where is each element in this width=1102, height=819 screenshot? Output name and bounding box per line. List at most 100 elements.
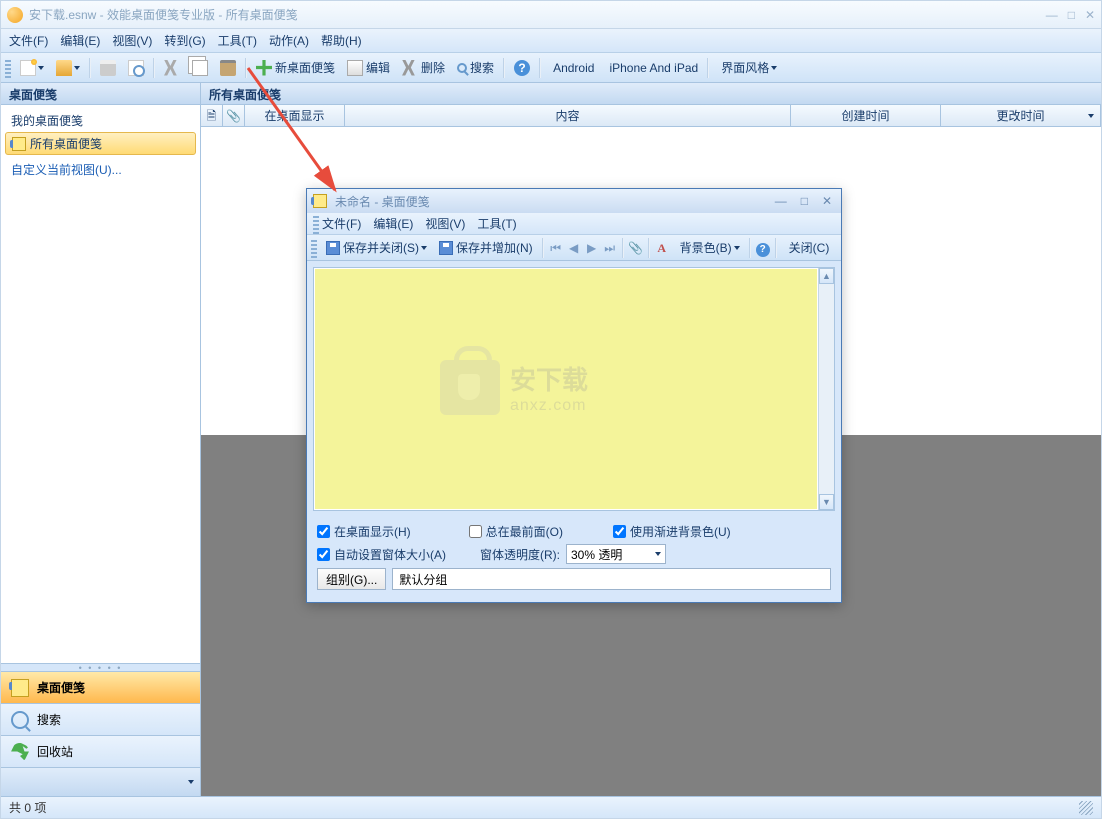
col-modified[interactable]: 更改时间 bbox=[941, 105, 1101, 126]
search-icon bbox=[11, 711, 29, 729]
nav-footer bbox=[1, 768, 200, 796]
paste-button[interactable] bbox=[215, 57, 241, 79]
sidebar-splitter[interactable]: • • • • • bbox=[1, 663, 200, 671]
modal-options: 在桌面显示(H) 总在最前面(O) 使用渐进背景色(U) 自动设置窗体大小(A)… bbox=[307, 517, 841, 602]
modal-menu-tools[interactable]: 工具(T) bbox=[477, 215, 516, 232]
save-add-button[interactable]: 保存并增加(N) bbox=[434, 237, 538, 259]
new-file-button[interactable] bbox=[15, 57, 49, 79]
recycle-icon bbox=[11, 743, 29, 761]
modal-close[interactable]: ✕ bbox=[819, 194, 835, 208]
opacity-label: 窗体透明度(R): bbox=[480, 546, 560, 563]
open-button[interactable] bbox=[51, 57, 85, 79]
scroll-up[interactable]: ▲ bbox=[819, 268, 834, 284]
note-area-wrapper: ▲ ▼ bbox=[313, 267, 835, 511]
opacity-select[interactable]: 30% 透明 bbox=[566, 544, 666, 564]
modal-menu-view[interactable]: 视图(V) bbox=[425, 215, 465, 232]
statusbar: 共 0 项 bbox=[1, 796, 1101, 818]
modal-menu-edit[interactable]: 编辑(E) bbox=[373, 215, 413, 232]
note-textarea[interactable] bbox=[315, 269, 817, 509]
note-icon bbox=[11, 679, 29, 697]
search-button[interactable]: 搜索 bbox=[452, 57, 499, 79]
col-desktop[interactable]: 在桌面显示 bbox=[245, 105, 345, 126]
delete-button[interactable]: 删除 bbox=[397, 57, 450, 79]
cut-button[interactable] bbox=[159, 57, 185, 79]
menu-file[interactable]: 文件(F) bbox=[9, 32, 48, 49]
tree-my-notes[interactable]: 我的桌面便笺 bbox=[1, 109, 200, 132]
close-button[interactable]: 关闭(C) bbox=[781, 237, 835, 259]
style-button[interactable]: 界面风格 bbox=[713, 57, 782, 79]
sidebar-tree: 我的桌面便笺 所有桌面便笺 自定义当前视图(U)... bbox=[1, 105, 200, 663]
main-header: 所有桌面便笺 bbox=[201, 83, 1101, 105]
group-field[interactable]: 默认分组 bbox=[392, 568, 831, 590]
modal-menu-file[interactable]: 文件(F) bbox=[322, 215, 361, 232]
opt-gradient[interactable]: 使用渐进背景色(U) bbox=[613, 523, 731, 540]
nav-prev[interactable]: ◀ bbox=[566, 240, 582, 256]
col-content[interactable]: 内容 bbox=[345, 105, 791, 126]
status-text: 共 0 项 bbox=[9, 799, 46, 816]
col-created[interactable]: 创建时间 bbox=[791, 105, 941, 126]
bgcolor-button[interactable]: 背景色(B) bbox=[672, 237, 745, 259]
iphone-button[interactable]: iPhone And iPad bbox=[601, 57, 703, 79]
android-button[interactable]: Android bbox=[545, 57, 599, 79]
menu-goto[interactable]: 转到(G) bbox=[164, 32, 205, 49]
menu-action[interactable]: 动作(A) bbox=[269, 32, 309, 49]
modal-toolbar: 保存并关闭(S) 保存并增加(N) ⏮ ◀ ▶ ⏭ 📎 A 背景色(B) ? 关… bbox=[307, 235, 841, 261]
modal-minimize[interactable]: — bbox=[772, 194, 790, 208]
col-attach[interactable]: 📎 bbox=[223, 105, 245, 126]
maximize-button[interactable]: □ bbox=[1068, 8, 1075, 22]
nav-next[interactable]: ▶ bbox=[584, 240, 600, 256]
menubar: 文件(F) 编辑(E) 视图(V) 转到(G) 工具(T) 动作(A) 帮助(H… bbox=[1, 29, 1101, 53]
window-title: 安下载.esnw - 效能桌面便笺专业版 - 所有桌面便笺 bbox=[29, 6, 298, 23]
opt-desktop[interactable]: 在桌面显示(H) bbox=[317, 523, 411, 540]
modal-titlebar[interactable]: 未命名 - 桌面便笺 — □ ✕ bbox=[307, 189, 841, 213]
menu-help[interactable]: 帮助(H) bbox=[321, 32, 362, 49]
nav-last[interactable]: ⏭ bbox=[602, 240, 618, 256]
close-button[interactable]: ✕ bbox=[1085, 8, 1095, 22]
note-scrollbar[interactable]: ▲ ▼ bbox=[818, 268, 834, 510]
nav-recycle-label: 回收站 bbox=[37, 743, 73, 760]
opt-autosize[interactable]: 自动设置窗体大小(A) bbox=[317, 546, 446, 563]
nav-recycle[interactable]: 回收站 bbox=[1, 736, 200, 768]
sidebar-header: 桌面便笺 bbox=[1, 83, 200, 105]
modal-title: 未命名 - 桌面便笺 bbox=[335, 193, 430, 210]
save-close-button[interactable]: 保存并关闭(S) bbox=[321, 237, 432, 259]
copy-button[interactable] bbox=[187, 57, 213, 79]
menu-view[interactable]: 视图(V) bbox=[112, 32, 152, 49]
attach-icon[interactable]: 📎 bbox=[628, 240, 644, 256]
tree-all-notes-label: 所有桌面便笺 bbox=[30, 135, 102, 152]
app-icon bbox=[7, 7, 23, 23]
sidebar-nav: 桌面便笺 搜索 回收站 bbox=[1, 671, 200, 796]
font-button[interactable]: A bbox=[654, 240, 670, 256]
help-icon[interactable]: ? bbox=[755, 240, 771, 256]
col-icon[interactable]: 🗎 bbox=[201, 105, 223, 126]
grid-header: 🗎 📎 在桌面显示 内容 创建时间 更改时间 bbox=[201, 105, 1101, 127]
menu-tools[interactable]: 工具(T) bbox=[218, 32, 257, 49]
edit-button[interactable]: 编辑 bbox=[342, 57, 395, 79]
group-button[interactable]: 组别(G)... bbox=[317, 568, 386, 590]
toolbar: 新桌面便笺 编辑 删除 搜索 ? Android iPhone And iPad… bbox=[1, 53, 1101, 83]
opt-top[interactable]: 总在最前面(O) bbox=[469, 523, 563, 540]
custom-view-link[interactable]: 自定义当前视图(U)... bbox=[1, 155, 200, 184]
sidebar: 桌面便笺 我的桌面便笺 所有桌面便笺 自定义当前视图(U)... • • • •… bbox=[1, 83, 201, 796]
nav-notes[interactable]: 桌面便笺 bbox=[1, 672, 200, 704]
minimize-button[interactable]: — bbox=[1046, 8, 1058, 22]
menu-edit[interactable]: 编辑(E) bbox=[60, 32, 100, 49]
new-note-button[interactable]: 新桌面便笺 bbox=[251, 57, 340, 79]
note-icon bbox=[313, 194, 327, 208]
nav-search[interactable]: 搜索 bbox=[1, 704, 200, 736]
chevron-icon[interactable] bbox=[188, 780, 194, 784]
modal-maximize[interactable]: □ bbox=[798, 194, 811, 208]
print-button[interactable] bbox=[95, 57, 121, 79]
preview-button[interactable] bbox=[123, 57, 149, 79]
toolbar-gripper bbox=[5, 58, 11, 78]
resize-grip[interactable] bbox=[1079, 801, 1093, 815]
scroll-down[interactable]: ▼ bbox=[819, 494, 834, 510]
gripper bbox=[311, 238, 317, 258]
nav-notes-label: 桌面便笺 bbox=[37, 679, 85, 696]
nav-first[interactable]: ⏮ bbox=[548, 240, 564, 256]
help-button[interactable]: ? bbox=[509, 57, 535, 79]
tree-all-notes[interactable]: 所有桌面便笺 bbox=[5, 132, 196, 155]
note-editor-window: 未命名 - 桌面便笺 — □ ✕ 文件(F) 编辑(E) 视图(V) 工具(T)… bbox=[306, 188, 842, 603]
modal-menubar: 文件(F) 编辑(E) 视图(V) 工具(T) bbox=[307, 213, 841, 235]
nav-search-label: 搜索 bbox=[37, 711, 61, 728]
